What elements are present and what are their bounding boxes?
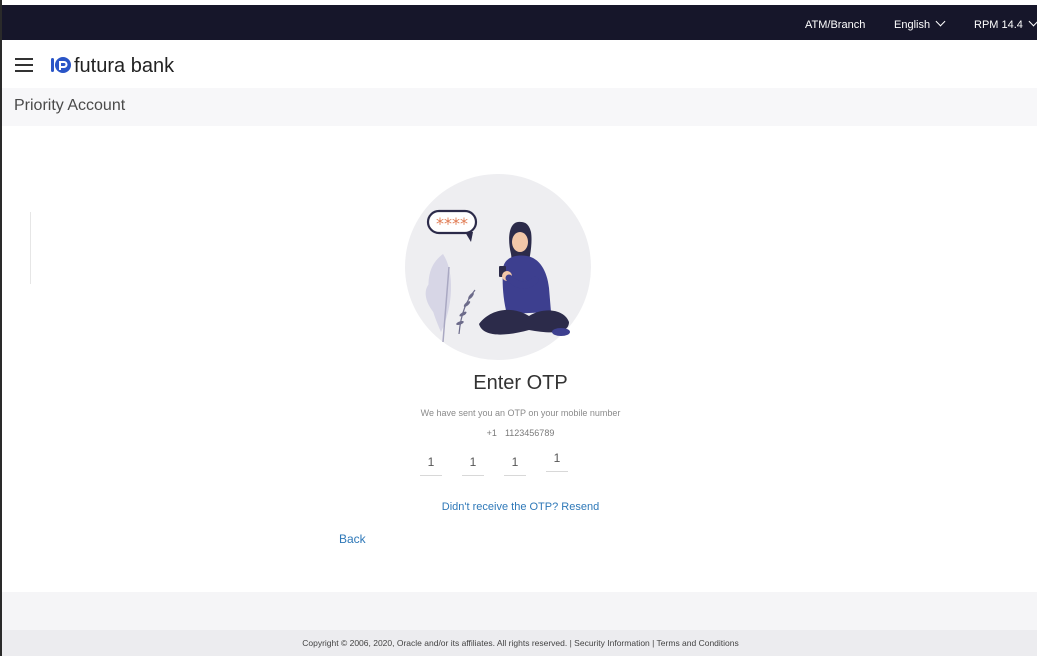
brand-bar: futura bank: [2, 40, 1037, 88]
otp-heading: Enter OTP: [473, 372, 568, 394]
footer-copyright: Copyright © 2006, 2020, Oracle and/or it…: [302, 638, 739, 648]
otp-digit-3[interactable]: [504, 452, 526, 476]
futura-logo-icon: [51, 57, 71, 73]
otp-digit-1[interactable]: [420, 452, 442, 476]
country-code: +1: [486, 428, 497, 438]
otp-message: We have sent you an OTP on your mobile n…: [420, 408, 621, 418]
app-window: ATM/Branch English RPM 14.4 futura bank …: [0, 0, 1037, 656]
side-divider: [30, 212, 31, 284]
phone-number-display: +1 1123456789: [2, 428, 1037, 438]
user-menu[interactable]: RPM 14.4: [974, 16, 1037, 31]
language-selector[interactable]: English: [894, 16, 946, 31]
chevron-down-icon: [935, 16, 946, 27]
otp-digit-2[interactable]: [462, 452, 484, 476]
brand-name[interactable]: futura bank: [74, 55, 174, 78]
otp-input-group: [420, 448, 580, 480]
user-label: RPM 14.4: [974, 19, 1023, 31]
top-nav-bar: ATM/Branch English RPM 14.4: [2, 0, 1037, 40]
footer-spacer: [2, 592, 1037, 630]
back-link[interactable]: Back: [339, 532, 366, 546]
language-label: English: [894, 19, 931, 31]
otp-illustration: ****: [405, 174, 591, 360]
atm-branch-link[interactable]: ATM/Branch: [805, 19, 865, 31]
resend-otp-link[interactable]: Didn't receive the OTP? Resend: [2, 501, 1037, 513]
otp-digit-4[interactable]: [546, 448, 568, 472]
illustration-stars: ****: [436, 214, 468, 233]
footer: Copyright © 2006, 2020, Oracle and/or it…: [2, 630, 1037, 656]
hamburger-icon[interactable]: [15, 58, 33, 72]
page-title: Priority Account: [14, 97, 126, 114]
page-title-bar: Priority Account: [2, 88, 1037, 126]
phone-number: 1123456789: [504, 428, 555, 438]
chevron-down-icon: [1028, 16, 1037, 27]
